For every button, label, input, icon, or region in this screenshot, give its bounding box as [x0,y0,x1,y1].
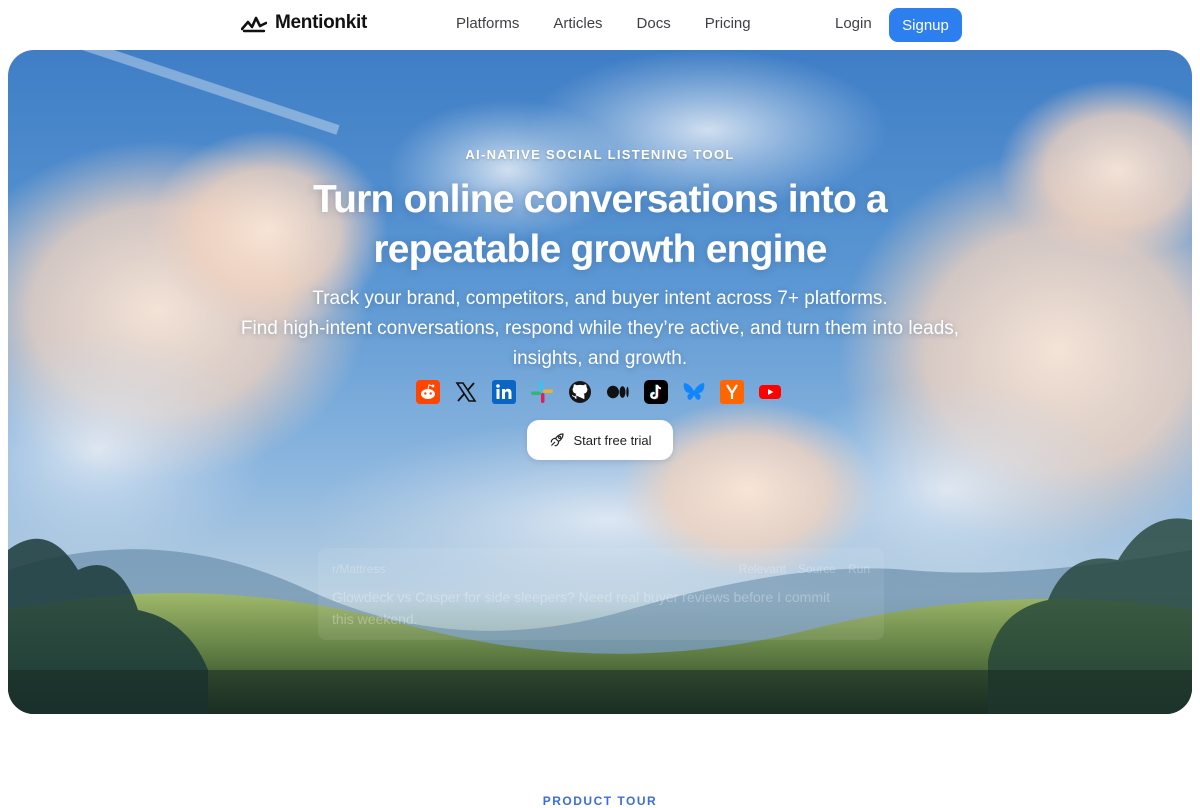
preview-run: Run [847,562,870,576]
nav-link-docs[interactable]: Docs [637,15,671,32]
nav-link-platforms[interactable]: Platforms [456,15,519,32]
signup-button[interactable]: Signup [889,8,962,42]
start-free-trial-button[interactable]: Start free trial [527,420,673,460]
preview-subreddit: r/Mattress [332,562,386,576]
login-link[interactable]: Login [835,15,872,32]
hero-subtext-line2: Find high-intent conversations, respond … [240,318,960,369]
linkedin-icon [492,380,516,404]
medium-icon [607,385,629,399]
hero-subtext: Track your brand, competitors, and buyer… [230,284,970,374]
hero-section: AI-NATIVE SOCIAL LISTENING TOOL Turn onl… [8,50,1192,714]
brand-logo[interactable]: Mentionkit [241,12,367,34]
faded-product-preview: r/Mattress Relevant Source Run Glowdeck … [318,548,884,640]
product-tour-label: PRODUCT TOUR [542,794,658,808]
nav-link-pricing[interactable]: Pricing [705,15,751,32]
mentionkit-logo-icon [241,16,267,33]
rocket-icon [551,433,565,447]
nav-link-articles[interactable]: Articles [553,15,602,32]
reddit-icon [416,380,440,404]
tiktok-icon [644,380,668,404]
nav-links: Platforms Articles Docs Pricing [456,15,785,32]
hacker-news-icon [720,380,744,404]
preview-post-title: Glowdeck vs Casper for side sleepers? Ne… [332,589,830,627]
brand-name: Mentionkit [275,12,367,33]
youtube-icon [759,385,781,399]
top-navbar: Mentionkit Platforms Articles Docs Prici… [0,0,1200,50]
platform-icons [416,380,782,404]
preview-toolbar: r/Mattress Relevant Source Run [332,560,870,578]
hero-eyebrow: AI-NATIVE SOCIAL LISTENING TOOL [465,147,735,162]
bluesky-icon [683,383,705,400]
github-icon [569,381,591,403]
preview-source: Source [797,562,836,576]
hero-subtext-line1: Track your brand, competitors, and buyer… [312,288,888,309]
start-free-trial-label: Start free trial [573,432,652,448]
hero-headline: Turn online conversations into a repeata… [313,178,888,271]
preview-filter: Relevant [738,562,786,576]
x-icon [455,382,477,402]
slack-icon [531,381,553,403]
